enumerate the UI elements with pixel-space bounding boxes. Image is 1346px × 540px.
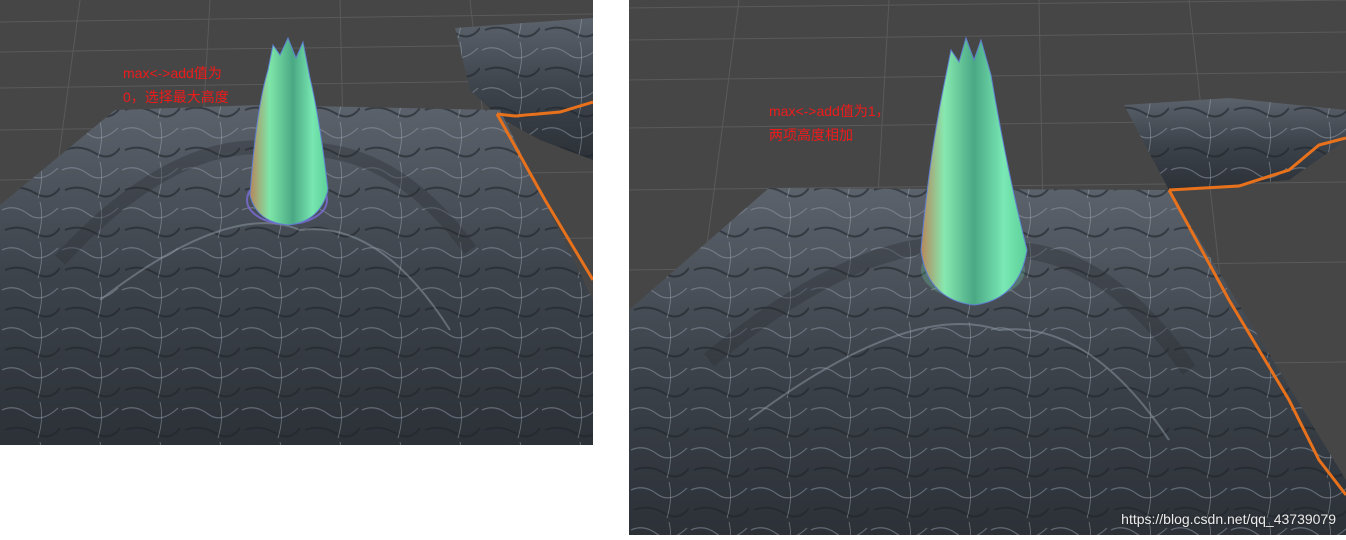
- left-scene-render: [0, 0, 593, 445]
- annotation-left-line1: max<->add值为: [123, 65, 222, 81]
- right-scene-viewport[interactable]: max<->add值为1， 两项高度相加 https://blog.csdn.n…: [629, 0, 1346, 535]
- annotation-right-line2: 两项高度相加: [769, 127, 853, 143]
- right-scene-render: [629, 0, 1346, 535]
- annotation-left-line2: 0，选择最大高度: [123, 89, 229, 105]
- annotation-right-line1: max<->add值为1，: [769, 103, 890, 119]
- annotation-left: max<->add值为 0，选择最大高度: [123, 61, 229, 109]
- watermark-text: https://blog.csdn.net/qq_43739079: [1121, 511, 1336, 527]
- left-scene-viewport[interactable]: max<->add值为 0，选择最大高度: [0, 0, 593, 445]
- annotation-right: max<->add值为1， 两项高度相加: [769, 99, 890, 147]
